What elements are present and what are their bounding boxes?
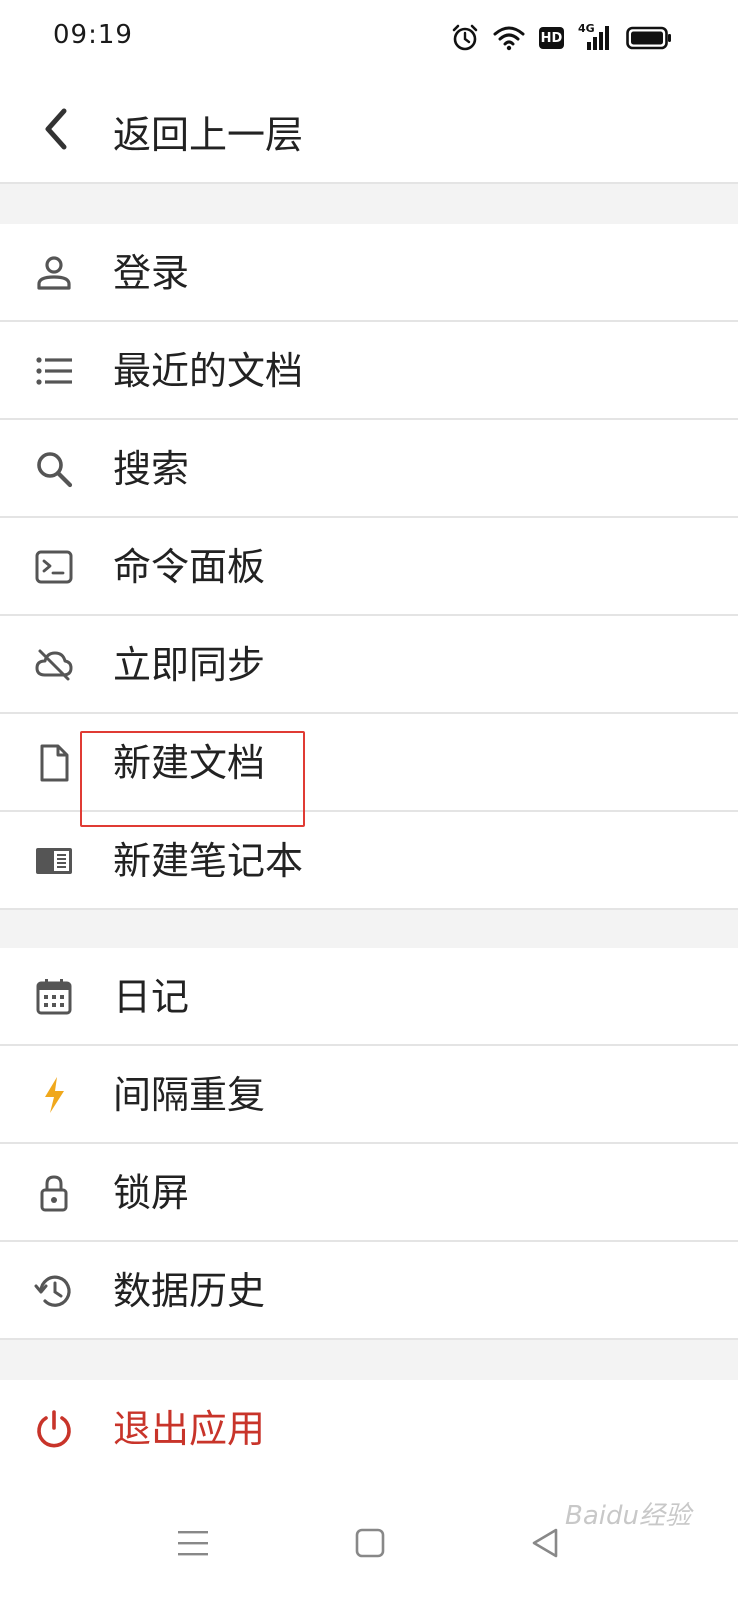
menu-item-exit-app[interactable]: 退出应用 xyxy=(0,1380,738,1484)
back-triangle-icon[interactable] xyxy=(520,1518,570,1568)
menu-item-recent-docs[interactable]: 最近的文档 xyxy=(0,322,738,420)
menu-item-label: 退出应用 xyxy=(113,1407,266,1451)
wifi-icon xyxy=(493,26,525,51)
menu-item-label: 命令面板 xyxy=(113,545,266,589)
menu-item-data-history[interactable]: 数据历史 xyxy=(0,1242,738,1340)
menu-item-sync-now[interactable]: 立即同步 xyxy=(0,616,738,714)
search-icon xyxy=(34,449,74,489)
menu-item-lock-screen[interactable]: 锁屏 xyxy=(0,1144,738,1242)
cellular-4g-icon: 4G xyxy=(578,22,612,52)
alarm-icon xyxy=(452,24,478,51)
menu-item-label: 间隔重复 xyxy=(113,1073,266,1117)
status-icons: HD 4G xyxy=(451,22,672,54)
menu-item-label: 登录 xyxy=(113,251,190,295)
chevron-left-icon xyxy=(45,108,67,150)
menu-item-spaced-repetition[interactable]: 间隔重复 xyxy=(0,1046,738,1144)
menu-item-command-palette[interactable]: 命令面板 xyxy=(0,518,738,616)
menu-item-label: 锁屏 xyxy=(113,1171,190,1215)
menu-item-label: 新建笔记本 xyxy=(113,839,304,883)
list-icon xyxy=(34,351,74,391)
menu-item-search[interactable]: 搜索 xyxy=(0,420,738,518)
menu-item-label: 日记 xyxy=(113,975,190,1019)
back-label: 返回上一层 xyxy=(113,113,304,157)
home-icon[interactable] xyxy=(345,1518,395,1568)
section-separator xyxy=(0,184,738,224)
user-icon xyxy=(34,253,74,293)
status-bar: 09:19 HD 4G xyxy=(0,0,738,74)
power-icon xyxy=(34,1409,74,1449)
menu-icon[interactable] xyxy=(168,1518,218,1568)
lightning-icon xyxy=(34,1075,74,1115)
section-separator xyxy=(0,1340,738,1380)
back-row[interactable]: 返回上一层 xyxy=(0,74,738,184)
calendar-icon xyxy=(34,977,74,1017)
notebook-icon xyxy=(34,841,74,881)
lock-icon xyxy=(34,1173,74,1213)
watermark: Baidu经验 xyxy=(565,1501,691,1531)
terminal-icon xyxy=(34,547,74,587)
status-time: 09:19 xyxy=(53,20,133,50)
highlight-annotation xyxy=(80,731,305,827)
hd-icon: HD xyxy=(539,27,564,49)
cloud-off-icon xyxy=(34,645,74,685)
menu-item-label: 立即同步 xyxy=(113,643,266,687)
menu-item-label: 最近的文档 xyxy=(113,349,304,393)
document-icon xyxy=(34,743,74,783)
menu-item-label: 搜索 xyxy=(113,447,190,491)
section-separator xyxy=(0,910,738,948)
menu-item-label: 数据历史 xyxy=(113,1269,266,1313)
menu-item-diary[interactable]: 日记 xyxy=(0,948,738,1046)
menu-item-login[interactable]: 登录 xyxy=(0,224,738,322)
battery-icon xyxy=(626,26,671,50)
history-icon xyxy=(34,1271,74,1311)
